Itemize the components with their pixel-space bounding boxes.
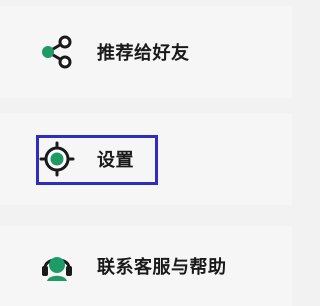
menu-item-label: 联系客服与帮助 bbox=[97, 257, 227, 278]
menu-item-label: 推荐给好友 bbox=[97, 43, 190, 64]
headset-icon bbox=[42, 257, 72, 281]
menu-item-label: 设置 bbox=[97, 150, 134, 171]
menu-item-help[interactable]: 联系客服与帮助 bbox=[0, 226, 292, 306]
menu-item-share[interactable]: 推荐给好友 bbox=[0, 6, 292, 98]
share-icon bbox=[42, 35, 72, 69]
menu-item-settings[interactable]: 设置 bbox=[0, 113, 292, 205]
settings-icon bbox=[39, 141, 75, 177]
